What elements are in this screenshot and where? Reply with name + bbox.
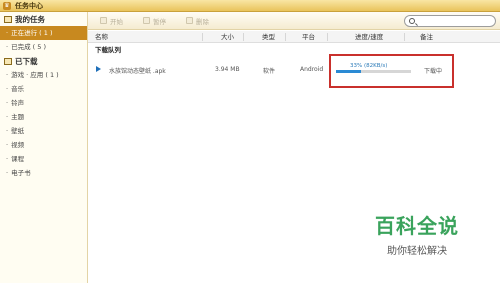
sidebar-section-label: 我的任务 <box>15 14 45 24</box>
column-header-platform[interactable]: 平台 <box>302 31 315 43</box>
crown-icon: ♛ <box>3 1 11 10</box>
sidebar-item-label: 已完成 ( 5 ) <box>11 43 46 51</box>
bullet-icon: · <box>6 169 9 177</box>
search-icon <box>409 18 415 24</box>
sidebar-item-label: 视频 <box>11 141 25 149</box>
delete-button-label: 删除 <box>196 17 209 26</box>
sidebar-item-wallpapers[interactable]: · 壁纸 <box>0 124 87 138</box>
sidebar-item-label: 主题 <box>11 113 25 121</box>
column-divider <box>202 33 203 41</box>
sidebar-item-in-progress[interactable]: · 正在进行 ( 1 ) <box>0 26 87 40</box>
sidebar-item-ringtones[interactable]: · 铃声 <box>0 96 87 110</box>
pause-icon <box>143 17 150 24</box>
bullet-icon: · <box>6 71 9 79</box>
bullet-icon: · <box>6 155 9 163</box>
column-divider <box>404 33 405 41</box>
bullet-icon: · <box>6 127 9 135</box>
sidebar-item-ebooks[interactable]: · 电子书 <box>0 166 87 180</box>
file-name: 水族馆动态壁纸 .apk <box>109 68 166 75</box>
column-header-size[interactable]: 大小 <box>221 31 234 43</box>
highlight-box <box>329 54 454 88</box>
sidebar-item-games-apps[interactable]: · 游戏 · 应用 ( 1 ) <box>0 68 87 82</box>
sidebar-item-videos[interactable]: · 视频 <box>0 138 87 152</box>
table-header: 名称 大小 类型 平台 进度/速度 备注 <box>88 31 500 43</box>
start-button-label: 开始 <box>110 17 123 26</box>
sidebar-item-label: 游戏 · 应用 ( 1 ) <box>11 71 59 79</box>
search-input[interactable] <box>404 15 496 27</box>
sidebar-section-label: 已下载 <box>15 56 38 66</box>
bullet-icon: · <box>6 43 9 51</box>
column-header-name[interactable]: 名称 <box>95 31 108 43</box>
window-title: 任务中心 <box>15 1 43 10</box>
sidebar-item-label: 音乐 <box>11 85 25 93</box>
sidebar-section-downloaded[interactable]: 已下载 <box>0 54 87 68</box>
sidebar-item-completed[interactable]: · 已完成 ( 5 ) <box>0 40 87 54</box>
bullet-icon: · <box>6 85 9 93</box>
sidebar-item-music[interactable]: · 音乐 <box>0 82 87 96</box>
folder-icon <box>4 57 12 65</box>
bullet-icon: · <box>6 29 9 37</box>
pause-button[interactable]: 暂停 <box>143 16 166 26</box>
watermark-title: 百科全说 <box>375 214 459 238</box>
column-divider <box>285 33 286 41</box>
sidebar-item-label: 正在进行 ( 1 ) <box>11 29 53 37</box>
toolbar: 开始 暂停 删除 <box>88 12 500 30</box>
column-divider <box>243 33 244 41</box>
file-type: 软件 <box>263 68 276 75</box>
sidebar-item-courses[interactable]: · 课程 <box>0 152 87 166</box>
delete-icon <box>186 17 193 24</box>
column-header-note[interactable]: 备注 <box>420 31 433 43</box>
sidebar-item-label: 壁纸 <box>11 127 25 135</box>
sidebar-item-themes[interactable]: · 主题 <box>0 110 87 124</box>
group-label-download-queue: 下载队列 <box>95 46 121 54</box>
start-button[interactable]: 开始 <box>100 16 123 26</box>
sidebar-item-label: 课程 <box>11 155 25 163</box>
sidebar-item-label: 铃声 <box>11 99 25 107</box>
sidebar-section-my-tasks[interactable]: 我的任务 <box>0 12 87 26</box>
column-header-type[interactable]: 类型 <box>262 31 275 43</box>
delete-button[interactable]: 删除 <box>186 16 209 26</box>
bullet-icon: · <box>6 113 9 121</box>
bullet-icon: · <box>6 141 9 149</box>
pause-button-label: 暂停 <box>153 17 166 26</box>
title-bar: ♛ 任务中心 <box>0 0 500 12</box>
file-size: 3.94 MB <box>215 66 240 73</box>
watermark-subtitle: 助你轻松解决 <box>387 246 447 257</box>
sidebar-item-label: 电子书 <box>11 169 31 177</box>
folder-icon <box>4 15 12 23</box>
watermark: 百科全说 助你轻松解决 <box>362 210 472 257</box>
play-icon <box>100 17 107 24</box>
column-header-progress[interactable]: 进度/速度 <box>355 31 383 43</box>
sidebar: 我的任务 · 正在进行 ( 1 ) · 已完成 ( 5 ) 已下载 · 游戏 · 应用… <box>0 12 88 283</box>
play-icon[interactable] <box>96 66 101 72</box>
bullet-icon: · <box>6 99 9 107</box>
column-divider <box>327 33 328 41</box>
file-platform: Android <box>300 66 324 73</box>
